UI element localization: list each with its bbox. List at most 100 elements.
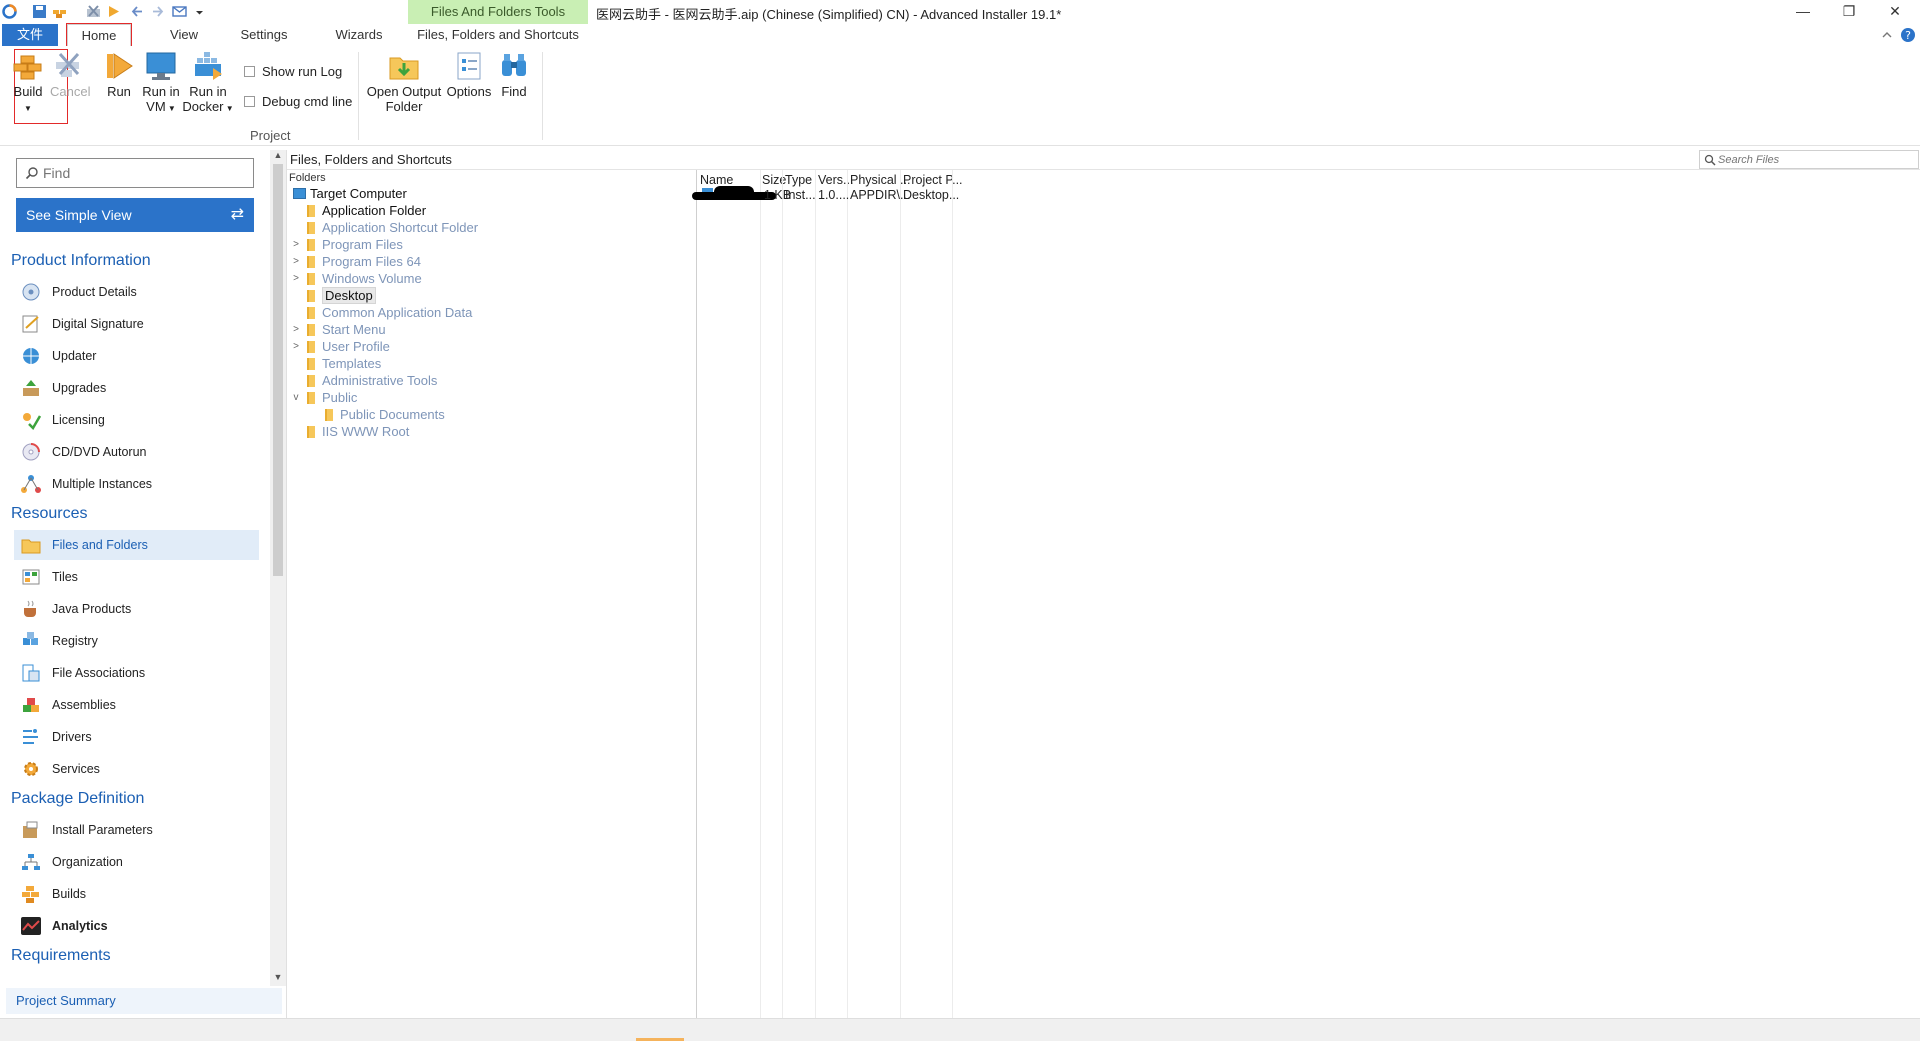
find-button[interactable]: Find xyxy=(498,50,530,99)
tree-node-templates[interactable]: Templates xyxy=(307,355,381,372)
checkbox-box[interactable] xyxy=(244,66,255,77)
sidebar-item-tiles[interactable]: Tiles xyxy=(14,562,259,592)
expand-chevron-icon[interactable]: > xyxy=(290,253,302,270)
options-button[interactable]: Options xyxy=(446,50,492,99)
tree-node-target-computer[interactable]: Target Computer xyxy=(293,185,407,202)
section-product-information[interactable]: Product Information xyxy=(11,252,151,270)
search-files-box[interactable] xyxy=(1699,150,1919,169)
open-output-folder-button[interactable]: Open Output Folder xyxy=(366,50,442,114)
tree-node-program-files[interactable]: > Program Files xyxy=(293,236,403,253)
expand-chevron-icon[interactable]: > xyxy=(290,321,302,338)
column-header-physical[interactable]: Physical ... xyxy=(850,173,910,187)
cancel-label: Cancel xyxy=(50,84,91,99)
tab-file[interactable]: 文件 xyxy=(2,24,58,46)
scrollbar-thumb[interactable] xyxy=(273,164,283,576)
tree-node-iis-www-root[interactable]: IIS WWW Root xyxy=(307,423,409,440)
debug-cmd-line-checkbox[interactable]: Debug cmd line xyxy=(244,94,352,109)
tree-node-program-files-64[interactable]: > Program Files 64 xyxy=(293,253,421,270)
sidebar-item-registry[interactable]: Registry xyxy=(14,626,259,656)
sidebar-item-java-products[interactable]: Java Products xyxy=(14,594,259,624)
tree-node-common-application-data[interactable]: Common Application Data xyxy=(307,304,472,321)
sidebar-item-cd-dvd-autorun[interactable]: CD/DVD Autorun xyxy=(14,437,259,467)
tree-node-start-menu[interactable]: > Start Menu xyxy=(293,321,386,338)
collapse-chevron-icon[interactable]: v xyxy=(290,389,302,406)
sidebar-item-organization[interactable]: Organization xyxy=(14,847,259,877)
restore-button[interactable]: ❐ xyxy=(1826,0,1872,24)
search-files-input[interactable] xyxy=(1718,153,1914,167)
file-type-cell[interactable]: Inst... xyxy=(785,188,816,202)
tree-node-public[interactable]: v Public xyxy=(294,389,358,406)
minimize-button[interactable]: — xyxy=(1780,0,1826,24)
tab-files-folders-shortcuts[interactable]: Files, Folders and Shortcuts xyxy=(410,24,586,46)
column-separator xyxy=(847,170,848,1018)
close-button[interactable]: ✕ xyxy=(1872,0,1918,24)
column-header-name[interactable]: Name xyxy=(700,173,733,187)
sidebar-item-files-and-folders[interactable]: Files and Folders xyxy=(14,530,259,560)
navigation-scrollbar[interactable]: ▲ ▼ xyxy=(270,150,286,986)
column-header-type[interactable]: Type xyxy=(785,173,812,187)
sidebar-item-services[interactable]: Services xyxy=(14,754,259,784)
scroll-up-icon[interactable]: ▲ xyxy=(270,150,286,160)
column-separator xyxy=(815,170,816,1018)
expand-chevron-icon[interactable]: > xyxy=(290,270,302,287)
build-quick-icon[interactable] xyxy=(52,4,67,19)
tab-view[interactable]: View xyxy=(160,24,208,46)
tree-node-public-documents[interactable]: Public Documents xyxy=(325,406,445,423)
section-resources[interactable]: Resources xyxy=(11,505,87,523)
build-button[interactable]: Build ▼ xyxy=(12,50,44,116)
project-summary-link[interactable]: Project Summary xyxy=(6,988,282,1014)
run-button[interactable]: Run xyxy=(104,50,134,99)
help-icon[interactable]: ? xyxy=(1900,27,1916,43)
sidebar-item-digital-signature[interactable]: Digital Signature xyxy=(14,309,259,339)
tab-settings[interactable]: Settings xyxy=(232,24,296,46)
tree-node-user-profile[interactable]: > User Profile xyxy=(293,338,390,355)
sidebar-item-builds[interactable]: Builds xyxy=(14,879,259,909)
column-header-project[interactable]: Project P... xyxy=(903,173,963,187)
sidebar-item-label: Files and Folders xyxy=(52,538,148,552)
tree-node-application-shortcut-folder[interactable]: Application Shortcut Folder xyxy=(307,219,478,236)
sidebar-item-drivers[interactable]: Drivers xyxy=(14,722,259,752)
run-in-docker-button[interactable]: Run in Docker ▼ xyxy=(182,50,234,116)
checkbox-box[interactable] xyxy=(244,96,255,107)
expand-chevron-icon[interactable]: > xyxy=(290,338,302,355)
find-input[interactable] xyxy=(43,164,243,182)
mail-icon[interactable] xyxy=(172,4,187,19)
file-physical-path-cell[interactable]: APPDIR\... xyxy=(850,188,910,202)
file-project-path-cell[interactable]: Desktop... xyxy=(903,188,959,202)
sidebar-item-file-associations[interactable]: File Associations xyxy=(14,658,259,688)
file-version-cell[interactable]: 1.0.... xyxy=(818,188,849,202)
run-in-vm-button[interactable]: Run in VM ▼ xyxy=(140,50,182,116)
show-run-log-checkbox[interactable]: Show run Log xyxy=(244,64,342,79)
section-requirements[interactable]: Requirements xyxy=(11,947,111,965)
tree-node-desktop[interactable]: Desktop xyxy=(307,287,376,304)
sidebar-item-analytics[interactable]: Analytics xyxy=(14,911,259,941)
save-icon[interactable] xyxy=(32,4,47,19)
sidebar-item-install-parameters[interactable]: Install Parameters xyxy=(14,815,259,845)
folder-icon xyxy=(307,426,315,438)
sidebar-item-updater[interactable]: Updater xyxy=(14,341,259,371)
sidebar-item-licensing[interactable]: Licensing xyxy=(14,405,259,435)
sidebar-item-label: Analytics xyxy=(52,919,108,933)
undo-icon[interactable] xyxy=(130,4,145,19)
sidebar-item-product-details[interactable]: Product Details xyxy=(14,277,259,307)
tree-node-application-folder[interactable]: Application Folder xyxy=(307,202,426,219)
tree-node-windows-volume[interactable]: > Windows Volume xyxy=(293,270,422,287)
customize-quick-access-icon[interactable] xyxy=(192,4,207,19)
section-package-definition[interactable]: Package Definition xyxy=(11,790,144,808)
sidebar-item-multiple-instances[interactable]: Multiple Instances xyxy=(14,469,259,499)
tree-node-administrative-tools[interactable]: Administrative Tools xyxy=(307,372,437,389)
tab-home[interactable]: Home xyxy=(66,23,132,47)
run-quick-icon[interactable] xyxy=(106,4,121,19)
find-box[interactable] xyxy=(16,158,254,188)
expand-chevron-icon[interactable]: > xyxy=(290,236,302,253)
collapse-ribbon-icon[interactable] xyxy=(1880,28,1894,42)
sidebar-item-upgrades[interactable]: Upgrades xyxy=(14,373,259,403)
tab-wizards[interactable]: Wizards xyxy=(330,24,388,46)
redo-icon[interactable] xyxy=(150,4,165,19)
sidebar-item-assemblies[interactable]: Assemblies xyxy=(14,690,259,720)
cancel-button[interactable]: Cancel xyxy=(50,50,90,99)
cancel-build-quick-icon[interactable] xyxy=(86,4,101,19)
scroll-down-icon[interactable]: ▼ xyxy=(270,972,286,982)
see-simple-view-button[interactable]: See Simple View ⇄ xyxy=(16,198,254,232)
column-header-version[interactable]: Vers... xyxy=(818,173,853,187)
